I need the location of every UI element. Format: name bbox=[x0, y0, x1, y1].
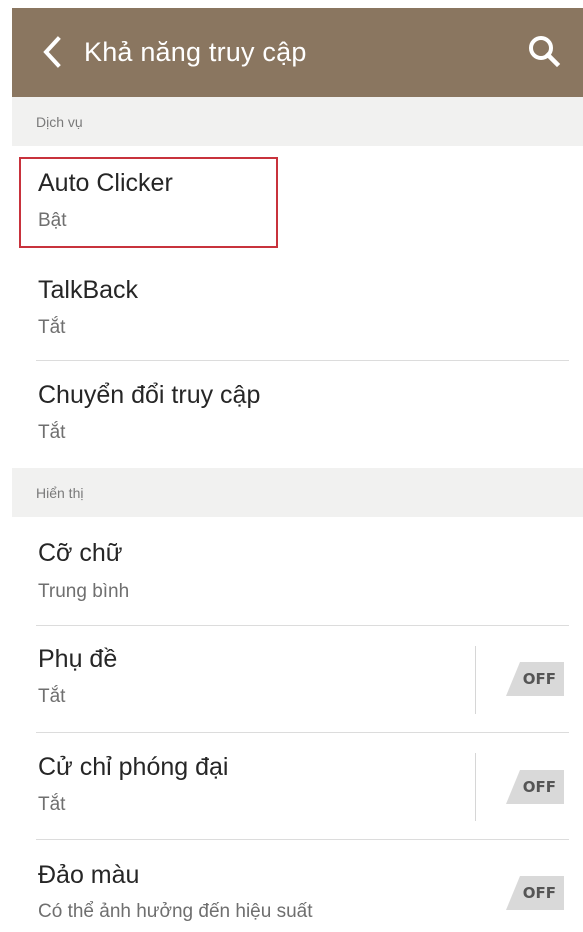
list-item-status: Có thể ảnh hưởng đến hiệu suất bbox=[38, 901, 313, 922]
toggle-separator bbox=[475, 646, 476, 714]
list-item-label: Cỡ chữ bbox=[38, 539, 123, 567]
list-item-label: Cử chỉ phóng đại bbox=[38, 753, 229, 781]
list-item-label: Chuyển đổi truy cập bbox=[38, 381, 261, 409]
list-item-label: Phụ đề bbox=[38, 645, 118, 673]
list-item-color-inversion[interactable]: Đảo màu Có thể ảnh hưởng đến hiệu suất bbox=[12, 840, 583, 932]
section-header-display: Hiển thị bbox=[12, 468, 583, 517]
list-item-status: Tắt bbox=[38, 422, 66, 443]
list-item-label: TalkBack bbox=[38, 276, 139, 304]
app-bar: Khả năng truy cập bbox=[12, 8, 583, 97]
divider bbox=[36, 360, 569, 361]
list-item-magnification-gestures[interactable]: Cử chỉ phóng đại Tắt bbox=[12, 733, 583, 839]
list-item-label: Đảo màu bbox=[38, 861, 140, 889]
list-item-captions[interactable]: Phụ đề Tắt bbox=[12, 626, 583, 732]
list-item-switch-access[interactable]: Chuyển đổi truy cập Tắt bbox=[12, 362, 583, 468]
section-header-services: Dịch vụ bbox=[12, 97, 583, 146]
list-item-status: Trung bình bbox=[38, 581, 130, 602]
list-item-status: Tắt bbox=[38, 686, 66, 707]
list-item-status: Tắt bbox=[38, 317, 66, 338]
list-item-status: Tắt bbox=[38, 794, 66, 815]
list-item-font-size[interactable]: Cỡ chữ Trung bình bbox=[12, 517, 583, 625]
search-icon[interactable] bbox=[525, 32, 563, 70]
list-item-talkback[interactable]: TalkBack Tắt bbox=[12, 254, 583, 362]
chevron-left-icon[interactable] bbox=[36, 34, 68, 70]
page-title: Khả năng truy cập bbox=[84, 37, 307, 67]
highlight-box bbox=[19, 157, 278, 248]
toggle-separator bbox=[475, 753, 476, 821]
